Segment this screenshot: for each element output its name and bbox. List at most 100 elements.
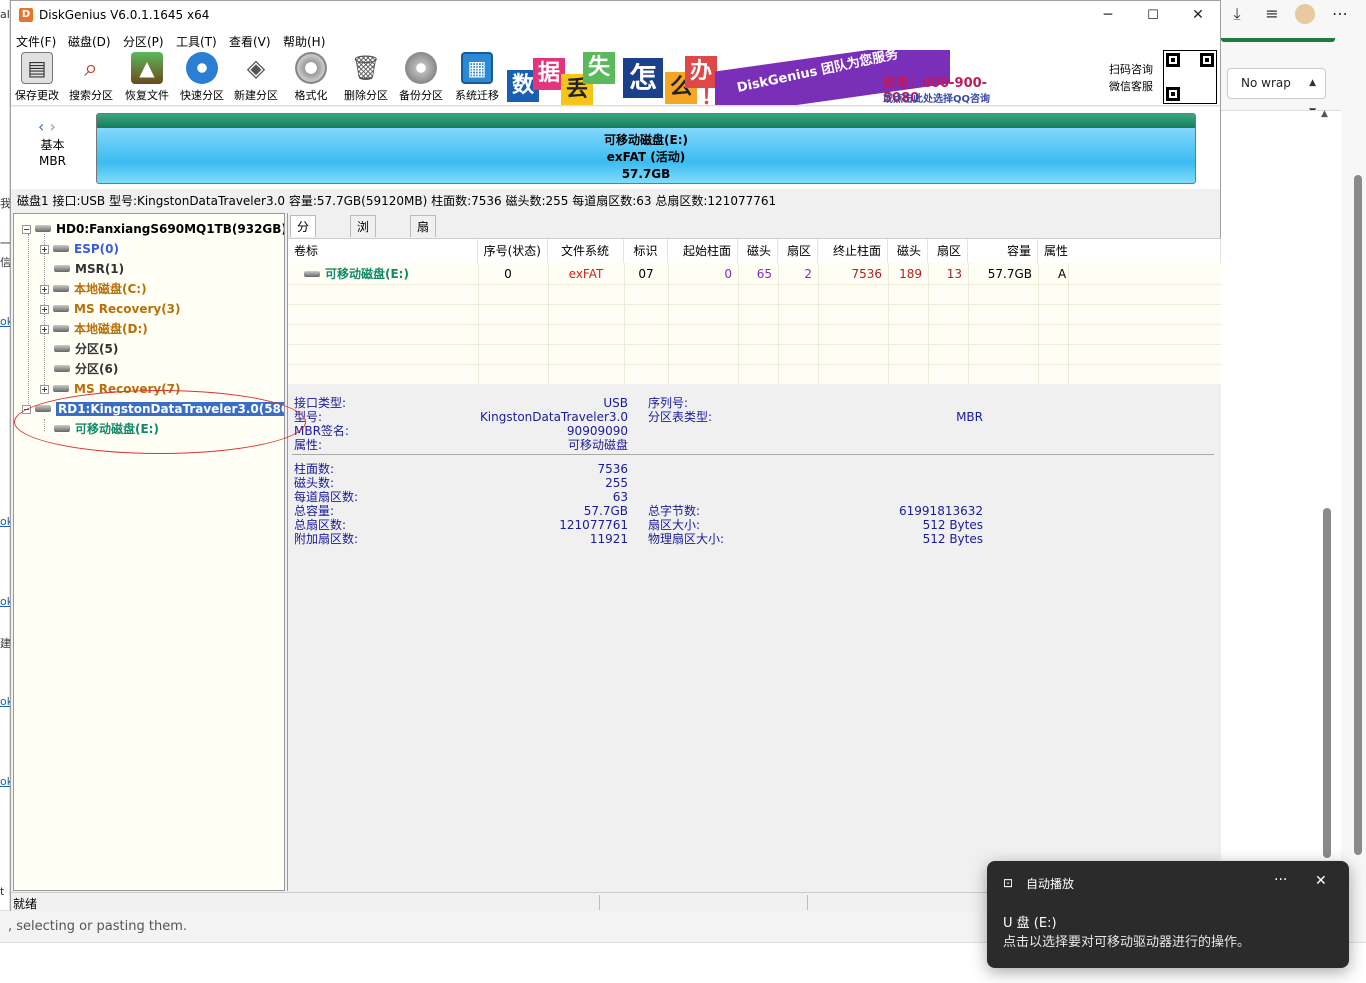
column-header[interactable]: 磁头 xyxy=(738,239,778,263)
column-header[interactable]: 属性 xyxy=(1038,239,1221,263)
tree-partition-label: 分区(5) xyxy=(75,342,119,356)
cell-start-cyl: 0 xyxy=(724,267,732,281)
column-header[interactable]: 标识 xyxy=(624,239,668,263)
grid-line xyxy=(288,364,1221,365)
column-header[interactable]: 容量 xyxy=(968,239,1038,263)
tree-partition-msr[interactable]: MSR(1) xyxy=(54,260,124,278)
cell-volume-label: 可移动磁盘(E:) xyxy=(325,267,409,281)
menu-disk[interactable]: 磁盘(D) xyxy=(68,33,111,50)
system-migrate-button[interactable]: ▦ 系统迁移 xyxy=(451,52,503,104)
maximize-button[interactable]: ☐ xyxy=(1130,1,1176,30)
collapse-icon[interactable]: − xyxy=(22,225,31,234)
save-button[interactable]: ▤ 保存更改 xyxy=(11,52,63,104)
prop-label: 附加扇区数: xyxy=(294,532,359,546)
partition-icon xyxy=(53,325,69,332)
scroll-up-icon[interactable]: ▲ xyxy=(1321,109,1328,119)
disk-nav: ‹ › xyxy=(38,117,56,136)
partition-icon xyxy=(53,285,69,292)
prop-label: 属性: xyxy=(294,438,323,452)
column-header[interactable]: 终止柱面 xyxy=(818,239,888,263)
banner-qq-link[interactable]: 或点击此处选择QQ咨询 xyxy=(883,90,990,105)
menu-file[interactable]: 文件(F) xyxy=(16,33,56,50)
scrollbar-thumb[interactable] xyxy=(1323,508,1331,858)
prop-value: 512 Bytes xyxy=(922,532,983,546)
column-header[interactable]: 卷标 xyxy=(288,239,478,263)
close-button[interactable]: ✕ xyxy=(1175,1,1221,30)
search-icon: ⌕ xyxy=(84,54,98,82)
tree-partition-5[interactable]: 分区(5) xyxy=(54,340,118,358)
minimize-button[interactable]: ─ xyxy=(1085,1,1131,30)
prop-label: 物理扇区大小: xyxy=(648,532,725,546)
autoplay-notification[interactable]: ⊡ 自动播放 ··· ✕ U 盘 (E:) 点击以选择要对可移动驱动器进行的操作… xyxy=(987,861,1349,968)
prop-value: 121077761 xyxy=(559,518,628,532)
disk-type-line: MBR xyxy=(39,154,66,168)
save-icon: ▤ xyxy=(21,52,53,84)
ad-banner[interactable]: 数 据 丢 失 怎 么 办 ！ DiskGenius 团队为您服务 致电：400… xyxy=(505,50,1005,105)
column-header[interactable]: 序号(状态) xyxy=(478,239,548,263)
cell-start-sector: 2 xyxy=(804,267,812,281)
tree-partition-c[interactable]: + 本地磁盘(C:) xyxy=(40,280,147,298)
download-icon[interactable]: ⤓ xyxy=(1226,4,1248,24)
wrap-select[interactable]: No wrap ▲▼ xyxy=(1227,68,1326,117)
expand-icon[interactable]: + xyxy=(40,325,49,334)
prop-label: 扇区大小: xyxy=(648,518,701,532)
search-partition-button[interactable]: ⌕ 搜索分区 xyxy=(65,52,117,104)
column-header[interactable]: 扇区 xyxy=(928,239,968,263)
format-label: 格式化 xyxy=(294,89,328,102)
disk-map: ‹ › 基本 MBR 可移动磁盘(E:) exFAT (活动) 57.7GB xyxy=(11,107,1220,189)
toast-close-button[interactable]: ✕ xyxy=(1315,873,1327,889)
column-header[interactable]: 磁头 xyxy=(888,239,928,263)
qr-caption-line: 微信客服 xyxy=(1109,80,1153,93)
title-bar[interactable]: D DiskGenius V6.0.1.1645 x64 ─ ☐ ✕ xyxy=(11,1,1220,30)
grid-line xyxy=(288,304,1221,305)
backup-partition-button[interactable]: 备份分区 xyxy=(395,52,447,104)
grid-line xyxy=(288,324,1221,325)
tree-partition-esp[interactable]: + ESP(0) xyxy=(40,240,119,258)
more-icon[interactable]: ⋯ xyxy=(1329,4,1351,24)
column-header[interactable]: 扇区 xyxy=(778,239,818,263)
editor-hint-text: , selecting or pasting them. xyxy=(8,919,188,934)
menu-tools[interactable]: 工具(T) xyxy=(176,33,217,50)
tab-browse-files[interactable]: 浏览文件 xyxy=(350,215,377,300)
next-disk-icon[interactable]: › xyxy=(50,117,56,136)
tab-partition-params[interactable]: 分区参数 xyxy=(290,215,317,300)
expand-icon[interactable]: + xyxy=(40,305,49,314)
backup-label: 备份分区 xyxy=(399,89,443,102)
tree-partition-6[interactable]: 分区(6) xyxy=(54,360,118,378)
delete-partition-button[interactable]: 🗑 删除分区 xyxy=(340,52,392,104)
accent-bar xyxy=(1221,38,1335,42)
menu-partition[interactable]: 分区(P) xyxy=(123,33,164,50)
cell-end-sector: 13 xyxy=(946,267,962,281)
prop-value: 90909090 xyxy=(566,424,628,438)
expand-icon[interactable]: + xyxy=(40,285,49,294)
column-header[interactable]: 起始柱面 xyxy=(668,239,738,263)
migrate-icon: ▦ xyxy=(461,52,493,84)
tree-disk-hd0[interactable]: − HD0:FanxiangS690MQ1TB(932GB) xyxy=(22,220,284,238)
tree-partition-d[interactable]: + 本地磁盘(D:) xyxy=(40,320,148,338)
tab-sector-edit[interactable]: 扇区编辑 xyxy=(410,215,437,300)
qr-caption-line: 扫码咨询 xyxy=(1109,63,1153,76)
page-scrollbar-thumb[interactable] xyxy=(1354,175,1362,855)
expand-icon[interactable]: + xyxy=(40,385,49,394)
migrate-label: 系统迁移 xyxy=(455,89,499,102)
reading-list-icon[interactable]: ≡ xyxy=(1261,4,1283,24)
new-partition-button[interactable]: ◈ 新建分区 xyxy=(230,52,282,104)
column-header[interactable]: 文件系统 xyxy=(548,239,624,263)
prop-label: 总扇区数: xyxy=(294,518,347,532)
tree-partition-recovery3[interactable]: + MS Recovery(3) xyxy=(40,300,181,318)
expand-icon[interactable]: + xyxy=(40,245,49,254)
menu-help[interactable]: 帮助(H) xyxy=(283,33,325,50)
prop-label: 每道扇区数: xyxy=(294,490,359,504)
app-icon: D xyxy=(19,8,33,22)
cell-end-cyl: 7536 xyxy=(851,267,882,281)
quick-partition-button[interactable]: 快速分区 xyxy=(176,52,228,104)
prev-disk-icon[interactable]: ‹ xyxy=(38,117,44,136)
partition-icon xyxy=(53,305,69,312)
recover-files-button[interactable]: ▲ 恢复文件 xyxy=(121,52,173,104)
more-options-button[interactable]: ··· xyxy=(1274,872,1287,888)
partition-block[interactable]: 可移动磁盘(E:) exFAT (活动) 57.7GB xyxy=(96,113,1196,184)
menu-view[interactable]: 查看(V) xyxy=(229,33,271,50)
avatar[interactable] xyxy=(1295,4,1315,24)
format-button[interactable]: 格式化 xyxy=(285,52,337,104)
delete-icon: 🗑 xyxy=(350,54,382,82)
